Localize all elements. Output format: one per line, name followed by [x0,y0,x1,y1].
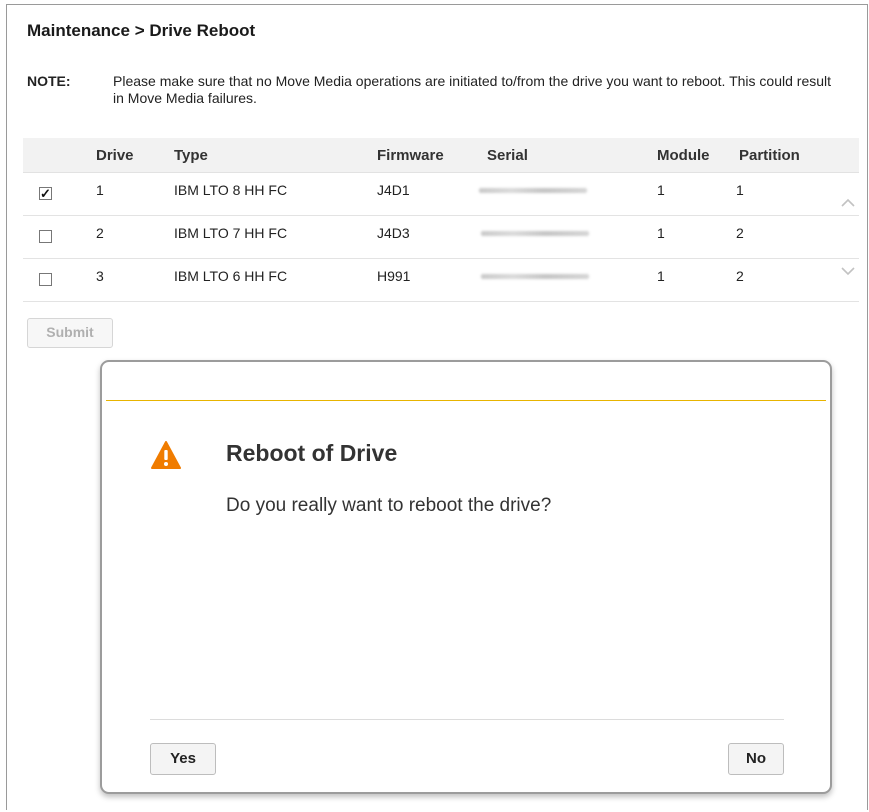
partition-cell: 2 [736,268,744,284]
serial-cell-redacted [481,231,589,236]
firmware-cell: H991 [377,268,411,284]
yes-button[interactable]: Yes [150,743,216,775]
partition-cell: 1 [736,182,744,198]
column-header-drive[interactable]: Drive [96,147,134,164]
type-cell: IBM LTO 6 HH FC [174,268,288,284]
chevron-down-icon[interactable] [841,264,855,278]
dialog-footer-divider [150,719,784,720]
table-header: Drive Type Firmware Serial Module Partit… [23,138,859,173]
firmware-cell: J4D3 [377,225,410,241]
note-text: Please make sure that no Move Media oper… [113,73,832,106]
type-cell: IBM LTO 7 HH FC [174,225,288,241]
column-header-firmware[interactable]: Firmware [377,147,444,164]
drives-table: Drive Type Firmware Serial Module Partit… [23,138,859,302]
submit-button[interactable]: Submit [27,318,113,348]
page-title: Maintenance > Drive Reboot [27,21,256,40]
row-checkbox[interactable] [39,230,52,243]
table-row[interactable]: 2 IBM LTO 7 HH FC J4D3 1 2 [23,216,859,259]
note-label: NOTE: [27,73,71,89]
row-checkbox[interactable] [39,273,52,286]
table-row[interactable]: ✓ 1 IBM LTO 8 HH FC J4D1 1 1 [23,173,859,216]
firmware-cell: J4D1 [377,182,410,198]
column-header-module[interactable]: Module [657,147,710,164]
reboot-dialog: Reboot of Drive Do you really want to re… [100,360,832,794]
column-header-partition[interactable]: Partition [739,147,800,164]
chevron-up-icon[interactable] [841,196,855,210]
warning-icon [151,441,181,469]
row-checkbox[interactable]: ✓ [39,187,52,200]
drive-cell: 3 [96,268,104,284]
partition-cell: 2 [736,225,744,241]
serial-cell-redacted [481,274,589,279]
dialog-message: Do you really want to reboot the drive? [226,495,552,516]
dialog-header-divider [106,400,826,401]
module-cell: 1 [657,182,665,198]
type-cell: IBM LTO 8 HH FC [174,182,288,198]
column-header-type[interactable]: Type [174,147,208,164]
no-button[interactable]: No [728,743,784,775]
serial-cell-redacted [479,188,587,193]
dialog-title: Reboot of Drive [226,440,398,466]
module-cell: 1 [657,225,665,241]
drive-cell: 1 [96,182,104,198]
module-cell: 1 [657,268,665,284]
table-row[interactable]: 3 IBM LTO 6 HH FC H991 1 2 [23,259,859,302]
drive-cell: 2 [96,225,104,241]
column-header-serial[interactable]: Serial [487,147,528,164]
